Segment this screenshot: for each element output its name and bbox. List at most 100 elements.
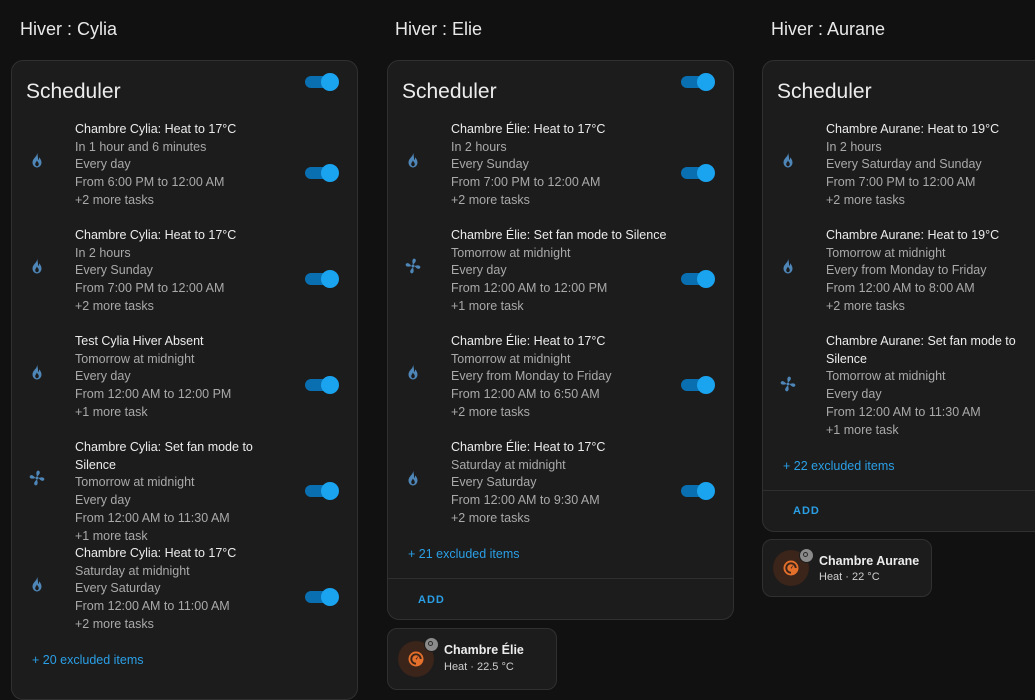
task-next-run: Saturday at midnight (451, 457, 671, 475)
fire-icon (28, 575, 46, 593)
card-title: Scheduler (26, 80, 121, 104)
task-toggle[interactable] (681, 270, 715, 288)
fan-icon (404, 257, 422, 275)
fire-icon (404, 151, 422, 169)
add-button[interactable]: ADD (418, 594, 445, 606)
task-next-run: In 2 hours (451, 139, 671, 157)
task-days: Every Sunday (75, 262, 295, 280)
fire-icon (28, 257, 46, 275)
task-more: +2 more tasks (826, 192, 1031, 210)
task-next-run: Tomorrow at midnight (451, 245, 671, 263)
tile-state: Heat · 22.5 °C (444, 661, 514, 673)
task-days: Every day (826, 386, 1031, 404)
task-days: Every Saturday (451, 474, 671, 492)
task-title: Chambre Élie: Set fan mode to Silence (451, 227, 671, 245)
task-days: Every day (75, 492, 295, 510)
task-toggle[interactable] (305, 164, 339, 182)
card-title: Scheduler (777, 80, 872, 104)
task-time-range: From 7:00 PM to 12:00 AM (826, 174, 1031, 192)
schedule-task[interactable]: Chambre Aurane: Heat to 19°C Tomorrow at… (763, 227, 1035, 333)
task-time-range: From 6:00 PM to 12:00 AM (75, 174, 295, 192)
task-title: Chambre Cylia: Heat to 17°C (75, 227, 295, 245)
schedule-task[interactable]: Chambre Élie: Heat to 17°C Tomorrow at m… (388, 333, 733, 439)
task-toggle[interactable] (681, 164, 715, 182)
task-toggle[interactable] (305, 270, 339, 288)
card-title: Scheduler (402, 80, 497, 104)
task-days: Every day (75, 156, 295, 174)
task-time-range: From 12:00 AM to 9:30 AM (451, 492, 671, 510)
task-title: Chambre Aurane: Heat to 19°C (826, 227, 1031, 245)
task-title: Chambre Élie: Heat to 17°C (451, 439, 671, 457)
column-title: Hiver : Elie (395, 19, 482, 40)
task-title: Chambre Aurane: Set fan mode to Silence (826, 333, 1031, 368)
task-title: Chambre Élie: Heat to 17°C (451, 121, 671, 139)
task-more: +2 more tasks (451, 510, 671, 528)
column-title: Hiver : Cylia (20, 19, 117, 40)
task-time-range: From 12:00 AM to 11:30 AM (75, 510, 295, 528)
schedule-task[interactable]: Chambre Aurane: Heat to 19°C In 2 hours … (763, 121, 1035, 227)
status-badge-icon (799, 548, 814, 563)
task-more: +2 more tasks (826, 298, 1031, 316)
task-days: Every Saturday and Sunday (826, 156, 1031, 174)
task-next-run: Tomorrow at midnight (451, 351, 671, 369)
excluded-items-link[interactable]: + 20 excluded items (32, 653, 144, 667)
schedule-task[interactable]: Chambre Cylia: Heat to 17°C In 2 hours E… (12, 227, 357, 333)
task-toggle[interactable] (681, 376, 715, 394)
task-title: Chambre Cylia: Set fan mode to Silence (75, 439, 295, 474)
task-toggle[interactable] (305, 376, 339, 394)
fire-icon (28, 151, 46, 169)
fan-icon (779, 375, 797, 393)
schedule-task[interactable]: Chambre Élie: Heat to 17°C In 2 hours Ev… (388, 121, 733, 227)
task-next-run: Tomorrow at midnight (826, 368, 1031, 386)
task-days: Every day (451, 262, 671, 280)
fire-icon (779, 257, 797, 275)
scheduler-card-aurane: Scheduler Chambre Aurane: Heat to 19°C I… (762, 60, 1035, 532)
fire-icon (28, 363, 46, 381)
task-more: +2 more tasks (451, 192, 671, 210)
task-time-range: From 12:00 AM to 8:00 AM (826, 280, 1031, 298)
task-next-run: In 1 hour and 6 minutes (75, 139, 295, 157)
task-days: Every from Monday to Friday (826, 262, 1031, 280)
task-more: +2 more tasks (75, 616, 295, 634)
task-title: Chambre Cylia: Heat to 17°C (75, 121, 295, 139)
fire-icon (779, 151, 797, 169)
task-title: Test Cylia Hiver Absent (75, 333, 295, 351)
task-days: Every from Monday to Friday (451, 368, 671, 386)
task-time-range: From 12:00 AM to 6:50 AM (451, 386, 671, 404)
task-more: +2 more tasks (75, 298, 295, 316)
excluded-items-link[interactable]: + 22 excluded items (783, 459, 895, 473)
task-more: +1 more task (75, 404, 295, 422)
task-more: +1 more task (826, 422, 1031, 440)
thermostat-tile-elie[interactable]: Chambre Élie Heat · 22.5 °C (387, 628, 557, 690)
tile-name: Chambre Aurane (819, 554, 919, 568)
task-more: +1 more task (75, 528, 295, 546)
task-next-run: In 2 hours (826, 139, 1031, 157)
schedule-task[interactable]: Chambre Cylia: Set fan mode to Silence T… (12, 439, 357, 545)
task-more: +1 more task (451, 298, 671, 316)
column-title: Hiver : Aurane (771, 19, 885, 40)
schedule-task[interactable]: Test Cylia Hiver Absent Tomorrow at midn… (12, 333, 357, 439)
schedule-task[interactable]: Chambre Cylia: Heat to 17°C In 1 hour an… (12, 121, 357, 227)
task-toggle[interactable] (681, 482, 715, 500)
schedule-task[interactable]: Chambre Cylia: Heat to 17°C Saturday at … (12, 545, 357, 651)
task-time-range: From 12:00 AM to 12:00 PM (75, 386, 295, 404)
schedule-task[interactable]: Chambre Aurane: Set fan mode to Silence … (763, 333, 1035, 457)
excluded-items-link[interactable]: + 21 excluded items (408, 547, 520, 561)
thermostat-tile-aurane[interactable]: Chambre Aurane Heat · 22 °C (762, 539, 932, 597)
task-time-range: From 12:00 AM to 11:00 AM (75, 598, 295, 616)
schedule-task[interactable]: Chambre Élie: Set fan mode to Silence To… (388, 227, 733, 333)
scheduler-master-toggle[interactable] (681, 73, 715, 91)
card-divider (763, 490, 1035, 491)
task-days: Every Saturday (75, 580, 295, 598)
fire-icon (404, 469, 422, 487)
task-toggle[interactable] (305, 588, 339, 606)
task-title: Chambre Cylia: Heat to 17°C (75, 545, 295, 563)
add-button[interactable]: ADD (793, 505, 820, 517)
task-next-run: In 2 hours (75, 245, 295, 263)
task-toggle[interactable] (305, 482, 339, 500)
task-days: Every Sunday (451, 156, 671, 174)
schedule-task[interactable]: Chambre Élie: Heat to 17°C Saturday at m… (388, 439, 733, 545)
task-days: Every day (75, 368, 295, 386)
scheduler-master-toggle[interactable] (305, 73, 339, 91)
task-more: +2 more tasks (451, 404, 671, 422)
